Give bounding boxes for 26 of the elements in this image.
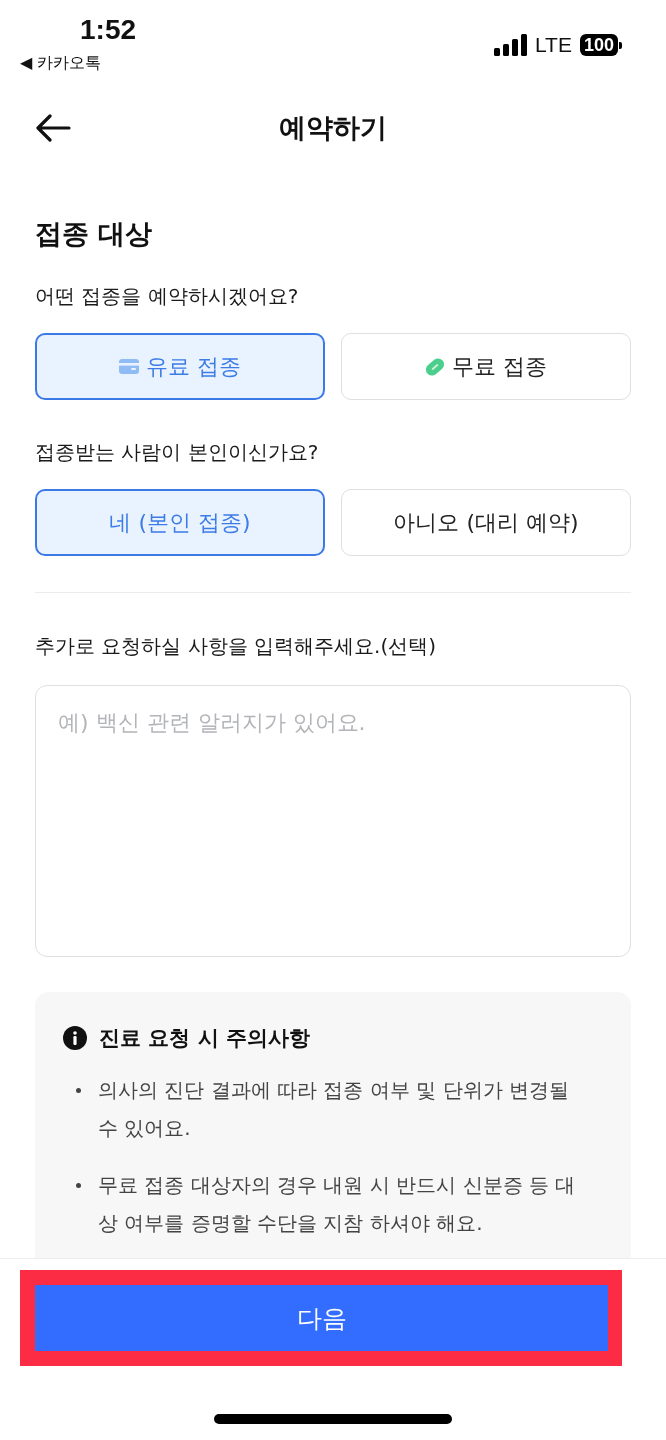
info-icon <box>63 1026 87 1050</box>
question-label: 접종받는 사람이 본인이신가요? <box>35 439 320 466</box>
option-button[interactable]: 네 (본인 접종) <box>35 489 325 556</box>
question-label: 어떤 접종을 예약하시겠어요? <box>35 283 300 310</box>
signal-icon <box>494 34 527 56</box>
bullet-icon <box>76 1183 81 1188</box>
notice-text: 의사의 진단 결과에 따라 접종 여부 및 단위가 변경될 수 있어요. <box>98 1077 570 1142</box>
status-time: 1:52 <box>80 13 137 47</box>
back-button[interactable] <box>35 114 72 142</box>
next-button[interactable]: 다음 <box>35 1285 608 1351</box>
notice-text: 무료 접종 대상자의 경우 내원 시 반드시 신분증 등 대상 여부를 증명할 수단을 지참 하셔야 해요. <box>98 1172 577 1237</box>
option-button[interactable]: 유료 접종 <box>35 333 325 400</box>
back-to-app-link[interactable]: ◀ 카카오톡 <box>20 52 102 74</box>
notice-title: 진료 요청 시 주의사항 <box>99 1025 310 1052</box>
option-button[interactable]: 무료 접종 <box>341 333 631 400</box>
bullet-icon <box>76 1088 81 1093</box>
card-icon <box>119 359 139 374</box>
battery-indicator: 100 <box>579 34 622 56</box>
page-title: 예약하기 <box>279 111 387 145</box>
option-button[interactable]: 아니오 (대리 예약) <box>341 489 631 556</box>
section-title: 접종 대상 <box>35 217 154 251</box>
back-arrow-icon <box>35 114 72 142</box>
network-label: LTE <box>535 33 572 57</box>
request-input-field[interactable]: 예) 백신 관련 알러지가 있어요. <box>35 685 631 957</box>
ticket-icon <box>425 356 445 377</box>
request-label: 추가로 요청하실 사항을 입력해주세요.(선택) <box>35 633 438 660</box>
